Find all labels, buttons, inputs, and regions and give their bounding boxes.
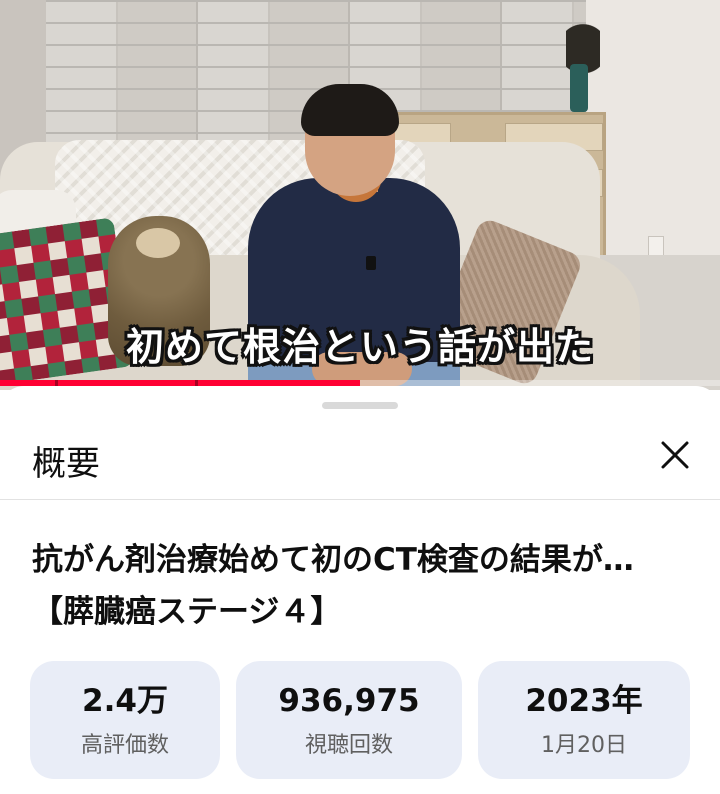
upload-year: 2023年 bbox=[525, 683, 643, 719]
close-button[interactable] bbox=[650, 430, 700, 480]
video-scene-lapel-mic bbox=[366, 256, 376, 270]
video-title-line: 【膵臓癌ステージ４】 bbox=[32, 594, 342, 630]
upload-date: 1月20日 bbox=[541, 733, 627, 758]
upload-date-stat: 2023年 1月20日 bbox=[478, 661, 690, 779]
video-title: 抗がん剤治療始めて初のCT検査の結果が… 【膵臓癌ステージ４】 bbox=[32, 534, 692, 638]
video-title-line: 抗がん剤治療始めて初のCT検査の結果が… bbox=[32, 542, 634, 578]
close-icon bbox=[661, 441, 689, 469]
views-stat: 936,975 視聴回数 bbox=[236, 661, 462, 779]
likes-count: 2.4万 bbox=[82, 683, 168, 719]
description-sheet: 概要 抗がん剤治療始めて初のCT検査の結果が… 【膵臓癌ステージ４】 2.4万 … bbox=[0, 386, 720, 794]
video-subtitle: 初めて根治という話が出た bbox=[125, 325, 594, 369]
video-scene-person-hair bbox=[301, 84, 399, 136]
sheet-drag-handle[interactable] bbox=[322, 402, 398, 409]
video-scene-plush-face bbox=[136, 228, 180, 258]
views-count: 936,975 bbox=[278, 683, 420, 719]
video-scene-vase bbox=[570, 64, 588, 112]
views-label: 視聴回数 bbox=[304, 733, 393, 758]
video-player[interactable]: 初めて根治という話が出た bbox=[0, 0, 720, 390]
sheet-title: 概要 bbox=[32, 444, 100, 484]
sheet-divider bbox=[0, 499, 720, 500]
likes-stat: 2.4万 高評価数 bbox=[30, 661, 220, 779]
likes-label: 高評価数 bbox=[80, 733, 169, 758]
video-scene-right-wall bbox=[586, 0, 720, 265]
